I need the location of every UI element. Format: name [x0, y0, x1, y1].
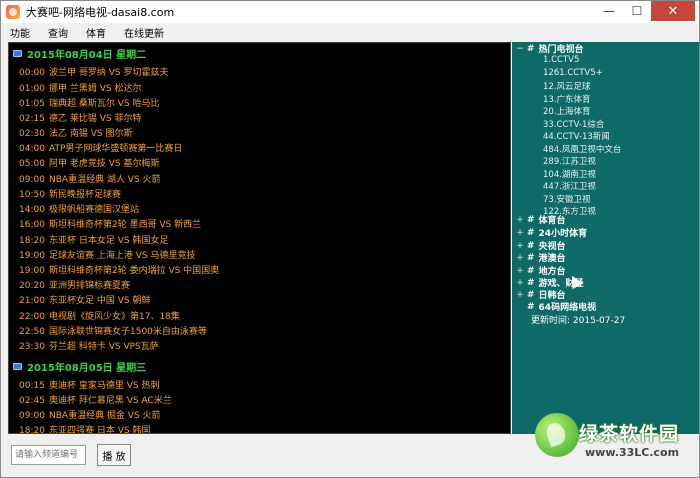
- minimize-button[interactable]: —: [595, 1, 623, 21]
- channel-tree[interactable]: − # 热门电视台 1.CCTV5 1261.CCTV5+ 12.风云足球 13…: [512, 42, 699, 434]
- program-item[interactable]: 09:00 NBA重温经典 湖人 VS 火箭: [19, 172, 161, 185]
- expand-icon[interactable]: +: [516, 215, 524, 225]
- collapse-icon[interactable]: −: [516, 44, 524, 54]
- channel-item[interactable]: 484.凤凰卫视中文台: [543, 143, 621, 155]
- update-time: 更新时间: 2015-07-27: [531, 316, 626, 326]
- day-label: 2015年08月04日 星期二: [27, 50, 147, 61]
- expand-icon[interactable]: +: [516, 241, 524, 251]
- channel-item[interactable]: 44.CCTV-13新闻: [543, 130, 610, 142]
- app-window: 大赛吧-网络电视-dasai8.com — ☐ ✕ 功能 查询 体育 在线更新 …: [0, 0, 700, 478]
- program-item[interactable]: 22:50 国际泳联世锦赛女子1500米自由泳赛等: [19, 324, 207, 337]
- expand-icon[interactable]: +: [516, 290, 524, 300]
- menu-query[interactable]: 查询: [39, 25, 77, 40]
- program-item[interactable]: 10:50 新民晚报杯足球赛: [19, 187, 121, 200]
- tree-group-label: 热门电视台: [538, 45, 584, 55]
- program-item[interactable]: 04:00 ATP男子网球华盛顿赛第一比赛日: [19, 141, 182, 154]
- tree-group-sports[interactable]: + # 体育台: [516, 213, 565, 227]
- program-item[interactable]: 05:00 阿甲 老虎竞技 VS 基尔梅斯: [19, 156, 159, 169]
- menu-function[interactable]: 功能: [1, 25, 39, 40]
- window-controls: — ☐ ✕: [595, 1, 695, 21]
- tree-group-hk-macau-tw[interactable]: + # 港澳台: [516, 251, 565, 265]
- title-bar: 大赛吧-网络电视-dasai8.com — ☐ ✕: [1, 1, 699, 23]
- program-item[interactable]: 23:30 芬兰超 科特卡 VS VPS瓦萨: [19, 339, 159, 352]
- app-logo-icon: [6, 5, 20, 19]
- tree-group-64-codes[interactable]: #64码网络电视: [516, 300, 596, 314]
- watermark-url: www.33LC.com: [585, 446, 680, 459]
- program-item[interactable]: 01:05 瑞典超 桑斯瓦尔 VS 哈马比: [19, 96, 159, 109]
- day-label: 2015年08月05日 星期三: [27, 363, 147, 374]
- play-button[interactable]: 播 放: [97, 444, 131, 466]
- program-item[interactable]: 18:20 东亚四强赛 日本 VS 韩国: [19, 423, 150, 433]
- program-item[interactable]: 21:00 东亚杯女足 中国 VS 朝鲜: [19, 293, 150, 306]
- day-header: 2015年08月05日 星期三: [13, 359, 146, 374]
- tree-group-hot[interactable]: − # 热门电视台: [516, 42, 584, 56]
- program-item[interactable]: 09:00 NBA重温经典 掘金 VS 火箭: [19, 408, 161, 421]
- watermark-text: 绿茶软件园: [579, 423, 680, 445]
- program-item[interactable]: 02:45 奥迪杯 拜仁慕尼黑 VS AC米兰: [19, 393, 172, 406]
- channel-item[interactable]: 12.风云足球: [543, 80, 591, 92]
- channel-item[interactable]: 33.CCTV-1综合: [543, 118, 604, 130]
- menu-sports[interactable]: 体育: [77, 25, 115, 40]
- calendar-icon: [13, 363, 22, 370]
- expand-icon[interactable]: +: [516, 266, 524, 276]
- expand-icon[interactable]: +: [516, 278, 524, 288]
- channel-item[interactable]: 13.广东体育: [543, 93, 591, 105]
- window-title: 大赛吧-网络电视-dasai8.com: [26, 6, 175, 19]
- channel-item[interactable]: 73.安徽卫视: [543, 193, 591, 205]
- expand-icon[interactable]: +: [516, 228, 524, 238]
- program-item[interactable]: 19:00 足球友谊赛 上海上港 VS 马德里竞技: [19, 248, 195, 261]
- channel-item[interactable]: 289.江苏卫视: [543, 155, 596, 167]
- calendar-icon: [13, 50, 22, 57]
- channel-item[interactable]: 1.CCTV5: [543, 55, 579, 65]
- expand-icon[interactable]: +: [516, 253, 524, 263]
- channel-number-input[interactable]: [11, 445, 86, 465]
- program-item[interactable]: 22:00 电视剧《旋风少女》第17、18集: [19, 309, 180, 322]
- close-button[interactable]: ✕: [651, 1, 695, 21]
- program-item[interactable]: 18:20 东亚杯 日本女足 VS 韩国女足: [19, 233, 168, 246]
- program-item[interactable]: 00:15 奥迪杯 皇家马德里 VS 热刺: [19, 378, 159, 391]
- menu-bar: 功能 查询 体育 在线更新: [1, 23, 699, 41]
- program-item[interactable]: 16:00 斯坦科维奇杯第2轮 墨西哥 VS 新西兰: [19, 217, 201, 230]
- program-schedule[interactable]: 2015年08月04日 星期二 00:00 波兰甲 哥罗纳 VS 罗切霍兹夫 01…: [8, 42, 511, 434]
- leaf-logo-icon: [535, 413, 579, 457]
- program-item[interactable]: 20:20 亚洲男排锦标赛夏赛: [19, 278, 130, 291]
- channel-item[interactable]: 104.湖南卫视: [543, 168, 596, 180]
- program-item[interactable]: 19:00 斯坦科维奇杯第2轮 委内瑞拉 VS 中国国奥: [19, 263, 219, 276]
- tree-group-24h-sports[interactable]: + #24小时体育: [516, 226, 587, 240]
- watermark: 绿茶软件园 www.33LC.com: [535, 413, 695, 473]
- day-header: 2015年08月04日 星期二: [13, 46, 146, 61]
- program-item[interactable]: 14:00 极限帆船赛德国汉堡站: [19, 202, 139, 215]
- program-item[interactable]: 02:15 德乙 莱比锡 VS 菲尔特: [19, 111, 141, 124]
- program-item[interactable]: 02:30 法乙 南锡 VS 图尔斯: [19, 126, 132, 139]
- maximize-button[interactable]: ☐: [623, 1, 651, 21]
- menu-online-update[interactable]: 在线更新: [115, 25, 173, 40]
- program-item[interactable]: 01:00 挪甲 兰黑姆 VS 松达尔: [19, 81, 141, 94]
- program-item[interactable]: 00:00 波兰甲 哥罗纳 VS 罗切霍兹夫: [19, 65, 168, 78]
- channel-item[interactable]: 20.上海体育: [543, 105, 591, 117]
- channel-item[interactable]: 447.浙江卫视: [543, 180, 596, 192]
- channel-item[interactable]: 1261.CCTV5+: [543, 68, 603, 78]
